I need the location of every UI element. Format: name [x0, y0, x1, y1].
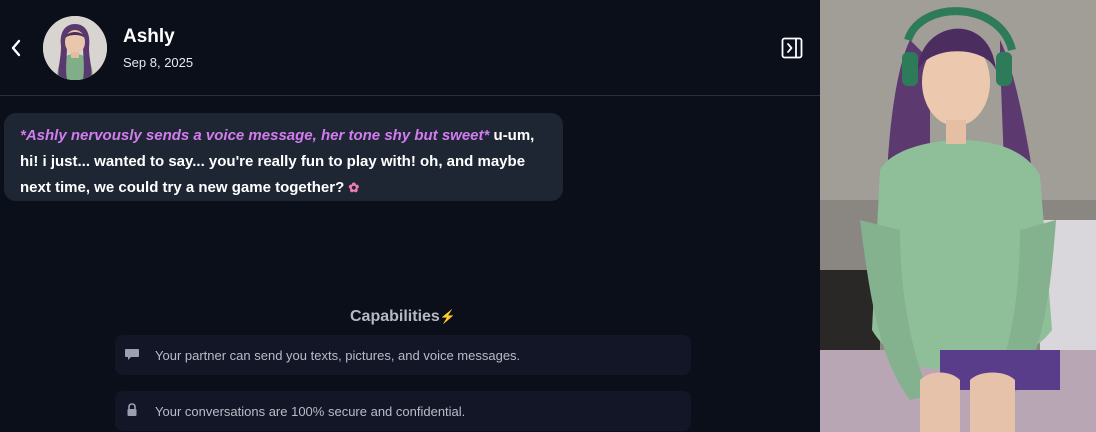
contact-name: Ashly: [123, 26, 175, 47]
capabilities-title: Capabilities: [350, 308, 440, 325]
flower-emoji: ✿: [348, 180, 360, 195]
character-portrait-image: [820, 0, 1096, 432]
conversation-date: Sep 8, 2025: [123, 55, 194, 70]
chevron-left-icon: [11, 39, 21, 57]
lightning-icon: ⚡: [439, 309, 456, 324]
capability-text: Your partner can send you texts, picture…: [155, 347, 521, 363]
chat-header: Ashly Sep 8, 2025: [0, 0, 820, 96]
message-bubble: *Ashly nervously sends a voice message, …: [4, 113, 563, 201]
chat-bubble-icon: [125, 349, 139, 360]
message-action-text: *Ashly nervously sends a voice message, …: [20, 127, 490, 144]
contact-avatar[interactable]: [43, 16, 107, 80]
toggle-side-panel-button[interactable]: [781, 37, 803, 59]
app-window: Ashly Sep 8, 2025 *Ashly nervously sends…: [0, 0, 1096, 432]
character-photo: [820, 0, 1096, 432]
capability-item-messages: Your partner can send you texts, picture…: [115, 335, 691, 375]
lock-icon: [127, 403, 137, 416]
capability-text: Your conversations are 100% secure and c…: [155, 403, 466, 419]
capabilities-heading: Capabilities⚡: [0, 308, 806, 326]
avatar-image: [43, 16, 107, 80]
back-button[interactable]: [6, 36, 26, 60]
sidebar-collapse-icon: [781, 37, 803, 59]
capability-item-security: Your conversations are 100% secure and c…: [115, 391, 691, 431]
chat-pane: Ashly Sep 8, 2025 *Ashly nervously sends…: [0, 0, 820, 432]
